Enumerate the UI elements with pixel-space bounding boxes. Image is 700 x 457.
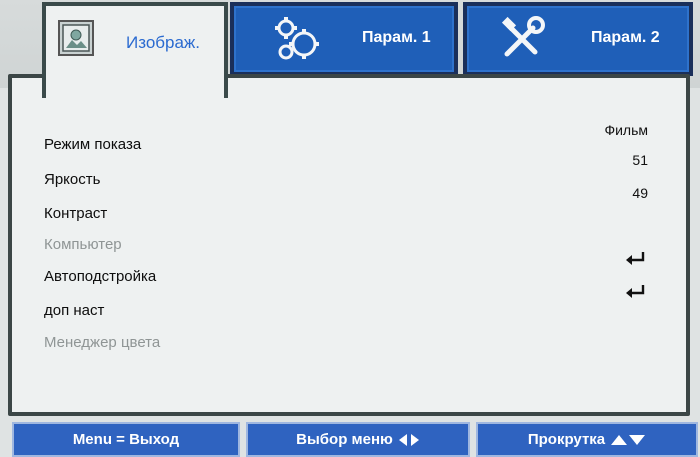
up-down-arrows-icon	[610, 433, 646, 447]
tab-image-label: Изображ.	[126, 33, 201, 52]
display-mode-value: Фильм	[604, 122, 648, 138]
tab-params-1-label: Парам. 1	[362, 29, 431, 46]
menu-item-contrast[interactable]: Контраст	[44, 205, 107, 222]
tab-params-2[interactable]: Парам. 2	[463, 2, 693, 76]
menu-item-auto-adjust[interactable]: Автоподстройка	[44, 268, 156, 285]
osd-screen: Изображ. Парам. 1 Парам. 2 Режим показа …	[0, 0, 700, 457]
tab-params-2-label: Парам. 2	[591, 29, 660, 46]
select-menu-hint[interactable]: Выбор меню	[246, 422, 470, 457]
scroll-label: Прокрутка	[527, 431, 606, 448]
enter-icon[interactable]	[624, 283, 646, 299]
menu-item-brightness[interactable]: Яркость	[44, 171, 100, 188]
left-right-arrows-icon	[398, 433, 420, 447]
brightness-value: 51	[632, 152, 648, 168]
menu-exit-hint[interactable]: Menu = Выход	[12, 422, 240, 457]
menu-item-color-manager: Менеджер цвета	[44, 334, 161, 351]
select-menu-label: Выбор меню	[296, 431, 393, 448]
tab-image[interactable]: Изображ.	[42, 2, 228, 98]
footer-bar: Menu = Выход Выбор меню Прокрутка	[0, 422, 700, 457]
gears-icon	[270, 14, 322, 71]
menu-exit-label: Menu = Выход	[72, 431, 180, 448]
menu-item-computer: Компьютер	[44, 236, 122, 253]
menu-item-advanced[interactable]: доп наст	[44, 302, 104, 319]
menu-item-display-mode[interactable]: Режим показа	[44, 136, 141, 153]
contrast-value: 49	[632, 185, 648, 201]
tools-icon	[497, 14, 547, 69]
enter-icon[interactable]	[624, 250, 646, 266]
picture-icon	[58, 20, 94, 56]
scroll-hint[interactable]: Прокрутка	[476, 422, 698, 457]
settings-panel: Режим показа Фильм Яркость 51 Контраст 4…	[8, 74, 690, 416]
tab-params-1[interactable]: Парам. 1	[230, 2, 458, 76]
